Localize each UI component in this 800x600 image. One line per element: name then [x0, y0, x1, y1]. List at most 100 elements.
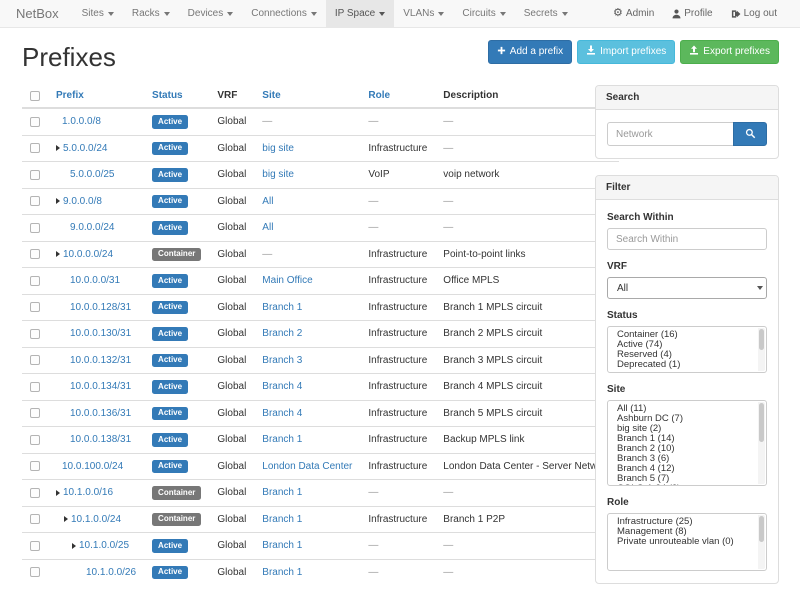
row-checkbox[interactable]	[30, 223, 40, 233]
scrollbar-thumb[interactable]	[759, 403, 764, 442]
export-prefixes-button[interactable]: Export prefixes	[680, 40, 779, 64]
status-option[interactable]: Reserved (4)	[608, 350, 766, 360]
vrf-select[interactable]: All	[607, 277, 767, 299]
site-option[interactable]: Branch 1 (14)	[608, 434, 766, 444]
status-option[interactable]: Container (16)	[608, 330, 766, 340]
column-header-site[interactable]: Site	[254, 85, 360, 108]
site-link[interactable]: All	[262, 222, 273, 233]
chevron-down-icon	[227, 12, 233, 16]
row-checkbox[interactable]	[30, 435, 40, 445]
site-option[interactable]: Ashburn DC (7)	[608, 414, 766, 424]
prefix-link[interactable]: 10.1.0.0/26	[86, 567, 136, 578]
prefix-link[interactable]: 9.0.0.0/8	[63, 196, 102, 207]
prefix-link[interactable]: 9.0.0.0/24	[70, 222, 114, 233]
row-checkbox[interactable]	[30, 461, 40, 471]
site-link[interactable]: Branch 1	[262, 540, 302, 551]
site-link[interactable]: Branch 1	[262, 302, 302, 313]
site-link[interactable]: Branch 1	[262, 434, 302, 445]
brand[interactable]: NetBox	[16, 0, 59, 27]
nav-item[interactable]: Racks	[123, 0, 179, 27]
scrollbar-thumb[interactable]	[759, 329, 764, 350]
prefix-link[interactable]: 10.0.0.130/31	[70, 328, 131, 339]
site-link[interactable]: London Data Center	[262, 461, 352, 472]
site-link[interactable]: Main Office	[262, 275, 312, 286]
prefix-link[interactable]: 10.0.0.132/31	[70, 355, 131, 366]
site-option[interactable]: Branch 2 (10)	[608, 444, 766, 454]
site-option[interactable]: All (11)	[608, 404, 766, 414]
admin-link[interactable]: ⚙ Admin	[604, 0, 663, 27]
status-option[interactable]: Active (74)	[608, 340, 766, 350]
row-checkbox[interactable]	[30, 196, 40, 206]
table-row: 9.0.0.0/24 Active Global All — —	[22, 215, 619, 242]
row-checkbox[interactable]	[30, 382, 40, 392]
prefix-link[interactable]: 10.0.0.136/31	[70, 408, 131, 419]
prefix-link[interactable]: 10.0.0.0/31	[70, 275, 120, 286]
nav-item[interactable]: IP Space	[326, 0, 394, 27]
row-checkbox[interactable]	[30, 302, 40, 312]
site-link[interactable]: All	[262, 196, 273, 207]
column-header-prefix[interactable]: Prefix	[48, 85, 144, 108]
site-link[interactable]: Branch 1	[262, 567, 302, 578]
site-option[interactable]: Branch 3 (6)	[608, 454, 766, 464]
add-prefix-button[interactable]: Add a prefix	[488, 40, 572, 64]
nav-item[interactable]: VLANs	[394, 0, 453, 27]
nav-item[interactable]: Connections	[242, 0, 326, 27]
select-all-checkbox[interactable]	[30, 91, 40, 101]
role-option[interactable]: Management (8)	[608, 527, 766, 537]
search-input[interactable]	[607, 122, 734, 146]
column-header-status[interactable]: Status	[144, 85, 209, 108]
site-option[interactable]: Branch 4 (12)	[608, 464, 766, 474]
site-link[interactable]: big site	[262, 169, 294, 180]
site-option[interactable]: big site (2)	[608, 424, 766, 434]
row-checkbox[interactable]	[30, 514, 40, 524]
site-option[interactable]: Branch 5 (7)	[608, 474, 766, 484]
nav-item[interactable]: Sites	[73, 0, 123, 27]
logout-link[interactable]: Log out	[722, 0, 786, 27]
row-checkbox[interactable]	[30, 143, 40, 153]
site-link[interactable]: Branch 3	[262, 355, 302, 366]
status-option[interactable]: Deprecated (1)	[608, 360, 766, 370]
row-checkbox[interactable]	[30, 408, 40, 418]
role-option[interactable]: Private unrouteable vlan (0)	[608, 537, 766, 547]
prefix-link[interactable]: 10.1.0.0/24	[71, 514, 121, 525]
prefix-link[interactable]: 10.0.0.0/24	[63, 249, 113, 260]
row-checkbox[interactable]	[30, 355, 40, 365]
prefix-link[interactable]: 5.0.0.0/24	[63, 143, 107, 154]
scrollbar-thumb[interactable]	[759, 516, 764, 542]
site-link[interactable]: Branch 4	[262, 381, 302, 392]
nav-item[interactable]: Secrets	[515, 0, 577, 27]
column-header-role[interactable]: Role	[360, 85, 435, 108]
row-checkbox[interactable]	[30, 488, 40, 498]
row-checkbox[interactable]	[30, 567, 40, 577]
site-link[interactable]: Branch 1	[262, 487, 302, 498]
row-checkbox[interactable]	[30, 249, 40, 259]
site-link[interactable]: Branch 1	[262, 514, 302, 525]
prefix-link[interactable]: 10.0.0.134/31	[70, 381, 131, 392]
profile-link[interactable]: Profile	[663, 0, 721, 27]
vrf-value: Global	[209, 347, 254, 374]
row-checkbox[interactable]	[30, 276, 40, 286]
site-link[interactable]: Branch 2	[262, 328, 302, 339]
prefix-link[interactable]: 1.0.0.0/8	[62, 116, 101, 127]
prefix-link[interactable]: 10.1.0.0/25	[79, 540, 129, 551]
site-option[interactable]: COLO-1-24 (2)	[608, 484, 766, 486]
row-checkbox[interactable]	[30, 117, 40, 127]
prefix-link[interactable]: 10.0.0.128/31	[70, 302, 131, 313]
site-link[interactable]: big site	[262, 143, 294, 154]
search-button[interactable]	[733, 122, 767, 146]
prefix-link[interactable]: 10.0.0.138/31	[70, 434, 131, 445]
row-checkbox[interactable]	[30, 329, 40, 339]
import-prefixes-button[interactable]: Import prefixes	[577, 40, 675, 64]
prefix-link[interactable]: 10.1.0.0/16	[63, 487, 113, 498]
row-checkbox[interactable]	[30, 170, 40, 180]
prefix-link[interactable]: 5.0.0.0/25	[70, 169, 114, 180]
role-option[interactable]: Infrastructure (25)	[608, 517, 766, 527]
prefix-link[interactable]: 10.0.100.0/24	[62, 461, 123, 472]
description-value: —	[435, 480, 619, 507]
search-within-input[interactable]	[607, 228, 767, 250]
nav-item[interactable]: Circuits	[453, 0, 514, 27]
table-row: 1.0.0.0/8 Active Global — — —	[22, 108, 619, 135]
site-link[interactable]: Branch 4	[262, 408, 302, 419]
nav-item[interactable]: Devices	[179, 0, 243, 27]
row-checkbox[interactable]	[30, 541, 40, 551]
